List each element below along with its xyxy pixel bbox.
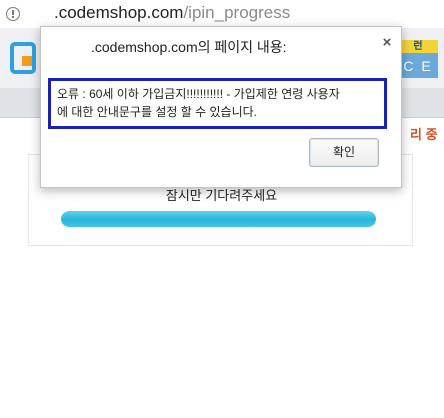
- message-line-1: 오류 : 60세 이하 가입금지!!!!!!!!!!! - 가입제한 연령 사용…: [57, 87, 340, 101]
- address-bar[interactable]: .codemshop.com/ipin_progress: [0, 0, 444, 28]
- title-mask: [49, 38, 89, 56]
- badge-bottom-text: C E: [403, 58, 433, 74]
- dialog-message: 오류 : 60세 이하 가입금지!!!!!!!!!!! - 가입제한 연령 사용…: [48, 78, 387, 129]
- message-line-2: 에 대한 안내문구를 설정 할 수 있습니다.: [57, 105, 257, 119]
- side-status-text: 리 중: [410, 127, 438, 142]
- dialog-title-text: .codemshop.com의 페이지 내용:: [91, 39, 287, 55]
- progress-bar: [61, 211, 376, 227]
- ok-button[interactable]: 확인: [309, 138, 379, 167]
- close-icon[interactable]: ×: [377, 33, 397, 53]
- url-host: .codemshop.com: [54, 3, 184, 22]
- logo-icon: [10, 42, 36, 74]
- header-badge[interactable]: 런 C E: [398, 40, 438, 78]
- dialog-title: .codemshop.com의 페이지 내용:: [49, 37, 287, 57]
- progress-fill: [61, 211, 376, 227]
- badge-top-text: 런: [398, 40, 438, 53]
- alert-dialog: .codemshop.com의 페이지 내용: × 오류 : 60세 이하 가입…: [40, 26, 402, 188]
- site-logo[interactable]: [10, 42, 36, 74]
- url-path: /ipin_progress: [183, 3, 291, 22]
- url-text[interactable]: .codemshop.com/ipin_progress: [54, 3, 290, 23]
- info-icon[interactable]: [6, 7, 20, 21]
